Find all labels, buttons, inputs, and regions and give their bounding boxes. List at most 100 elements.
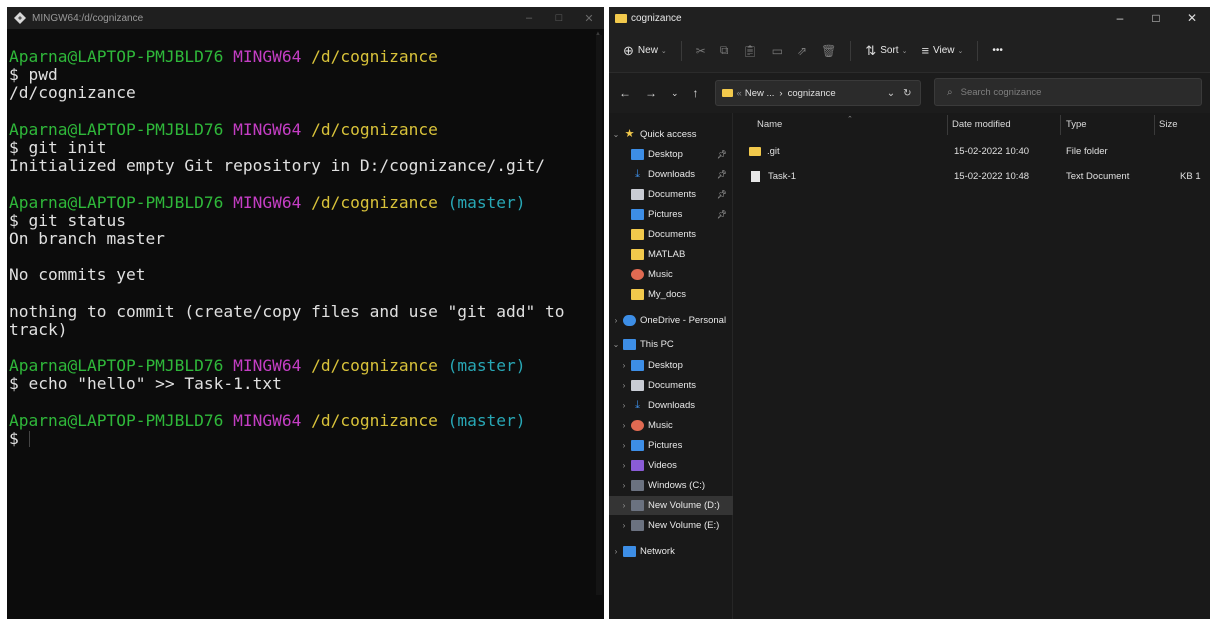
recent-locations-chevron-icon[interactable]: ⌄: [671, 88, 679, 99]
maximize-button[interactable]: □: [1138, 11, 1174, 25]
sidebar-item-network[interactable]: › Network: [609, 542, 733, 561]
column-divider[interactable]: [1060, 115, 1061, 135]
sidebar-item-music[interactable]: › Music: [609, 416, 733, 435]
share-button[interactable]: ⇗: [797, 44, 807, 58]
folder-icon: [721, 89, 733, 97]
sidebar-item-desktop[interactable]: Desktop 📌︎: [609, 145, 733, 164]
rename-button[interactable]: ▭: [772, 44, 783, 58]
terminal-text-segment: MINGW64: [233, 47, 312, 66]
chevron-right-icon[interactable]: ›: [617, 461, 631, 470]
text-document-icon: [751, 170, 760, 182]
cut-button[interactable]: ✂: [696, 44, 706, 58]
file-row[interactable]: Task-1 15-02-2022 10:48 Text Document 1 KB: [737, 163, 1210, 189]
sidebar-item-documents[interactable]: › Documents: [609, 376, 733, 395]
address-overflow[interactable]: «: [737, 88, 742, 99]
chevron-right-icon[interactable]: ›: [617, 381, 631, 390]
sort-button[interactable]: ⇅ Sort ⌄: [865, 43, 907, 59]
delete-button[interactable]: 🗑︎: [821, 44, 836, 58]
minimize-button[interactable]: –: [1102, 11, 1138, 25]
maximize-button[interactable]: □: [544, 7, 574, 29]
terminal-scrollbar[interactable]: ▲: [594, 29, 604, 619]
scrollbar-thumb[interactable]: [596, 35, 602, 595]
sidebar-item-documents[interactable]: Documents 📌︎: [609, 185, 733, 204]
sidebar-item-label: Downloads: [648, 169, 695, 180]
sidebar-item-quick-access[interactable]: ⌄ ★ Quick access: [609, 125, 733, 144]
sidebar-item-windows-c[interactable]: › Windows (C:): [609, 476, 733, 495]
chevron-right-icon[interactable]: ›: [617, 481, 631, 490]
chevron-right-icon[interactable]: ›: [617, 401, 631, 410]
sidebar-item-desktop[interactable]: › Desktop: [609, 356, 733, 375]
chevron-right-icon[interactable]: ›: [617, 421, 631, 430]
paste-icon: 📋︎: [742, 43, 758, 58]
network-icon: [623, 546, 636, 557]
minimize-button[interactable]: –: [514, 7, 544, 29]
forward-arrow-icon[interactable]: →: [645, 86, 657, 100]
copy-button[interactable]: ⧉: [720, 43, 729, 58]
terminal-line: No commits yet: [9, 266, 594, 284]
sidebar-item-pictures[interactable]: › Pictures: [609, 436, 733, 455]
new-button[interactable]: ⊕ New ⌄: [623, 43, 667, 59]
sidebar-item-documents[interactable]: Documents: [609, 225, 733, 244]
breadcrumb-current[interactable]: cognizance: [788, 88, 836, 99]
sidebar-item-downloads[interactable]: › ⤓ Downloads: [609, 396, 733, 415]
chevron-right-icon[interactable]: ›: [609, 316, 623, 325]
explorer-titlebar[interactable]: cognizance – □ ✕: [609, 7, 1210, 29]
terminal-text-segment: MINGW64: [233, 119, 312, 139]
terminal-line: On branch master: [9, 229, 594, 248]
up-arrow-icon[interactable]: ↑: [693, 86, 699, 100]
documents-icon: [631, 380, 644, 391]
chevron-right-icon[interactable]: ›: [617, 441, 631, 450]
sidebar-item-this-pc[interactable]: ⌄ This PC: [609, 335, 733, 354]
file-name-cell[interactable]: Task-1: [749, 163, 796, 189]
chevron-right-icon[interactable]: ›: [617, 361, 631, 370]
sidebar-item-matlab[interactable]: MATLAB: [609, 245, 733, 264]
sidebar-item-downloads[interactable]: ⤓ Downloads 📌︎: [609, 165, 733, 184]
sidebar-item-label: Downloads: [648, 400, 695, 411]
file-name-cell[interactable]: .git: [749, 138, 780, 164]
sidebar-item-label: My_docs: [648, 289, 687, 300]
sidebar-item-label: Network: [640, 546, 675, 557]
sidebar-item-my-docs[interactable]: My_docs: [609, 285, 733, 304]
file-row[interactable]: .git 15-02-2022 10:40 File folder: [737, 138, 1210, 164]
refresh-icon[interactable]: ↻: [903, 88, 911, 99]
column-header-name[interactable]: Name: [757, 113, 782, 135]
sidebar-item-new-volume-e[interactable]: › New Volume (E:): [609, 516, 733, 535]
terminal-text-segment: track): [9, 319, 68, 339]
sidebar-item-music[interactable]: Music: [609, 265, 733, 284]
terminal-output[interactable]: Aparna@LAPTOP-PMJBLD76 MINGW64 /d/cogniz…: [7, 29, 594, 619]
column-header-type[interactable]: Type: [1066, 113, 1087, 135]
paste-button[interactable]: 📋︎: [742, 44, 757, 58]
column-divider[interactable]: [1154, 115, 1155, 135]
column-header-date-modified[interactable]: Date modified: [952, 113, 1011, 135]
sidebar-item-videos[interactable]: › Videos: [609, 456, 733, 475]
chevron-right-icon[interactable]: ›: [609, 547, 623, 556]
sidebar-item-onedrive-personal[interactable]: › OneDrive - Personal: [609, 311, 733, 330]
address-bar[interactable]: « New ... › cognizance ⌄ ↻: [714, 80, 921, 106]
more-options-button[interactable]: •••: [992, 45, 1003, 56]
navigation-pane: ⌄ ★ Quick access Desktop 📌︎ ⤓ Downloads 📌︎ Docum…: [609, 113, 733, 619]
search-box[interactable]: ⌕ Search cognizance: [934, 78, 1202, 106]
close-button[interactable]: ✕: [1174, 11, 1210, 25]
chevron-down-icon[interactable]: ⌄: [609, 130, 623, 139]
chevron-right-icon[interactable]: ›: [617, 521, 631, 530]
back-arrow-icon[interactable]: ←: [619, 86, 631, 100]
pictures-icon: [631, 440, 644, 451]
sidebar-item-new-volume-d[interactable]: › New Volume (D:): [609, 496, 733, 515]
share-icon: ⇗: [797, 43, 808, 58]
terminal-text-segment: Aparna@LAPTOP-PMJBLD76: [9, 47, 234, 66]
column-divider[interactable]: [947, 115, 948, 135]
view-button[interactable]: ≡ View ⌄: [921, 43, 963, 58]
chevron-right-icon[interactable]: ›: [617, 501, 631, 510]
chevron-down-icon[interactable]: ⌄: [609, 340, 623, 349]
sidebar-item-pictures[interactable]: Pictures 📌︎: [609, 205, 733, 224]
close-button[interactable]: ✕: [574, 7, 604, 29]
sidebar-item-label: New Volume (D:): [648, 500, 720, 511]
column-header-size[interactable]: Size: [1159, 113, 1177, 135]
terminal-titlebar[interactable]: MINGW64:/d/cognizance – □ ✕: [7, 7, 604, 29]
breadcrumb-parent[interactable]: New ...: [745, 88, 775, 99]
drive-icon: [631, 520, 644, 531]
search-input[interactable]: Search cognizance: [961, 87, 1042, 98]
address-dropdown-icon[interactable]: ⌄: [887, 88, 895, 99]
rename-icon: ▭: [771, 43, 784, 58]
